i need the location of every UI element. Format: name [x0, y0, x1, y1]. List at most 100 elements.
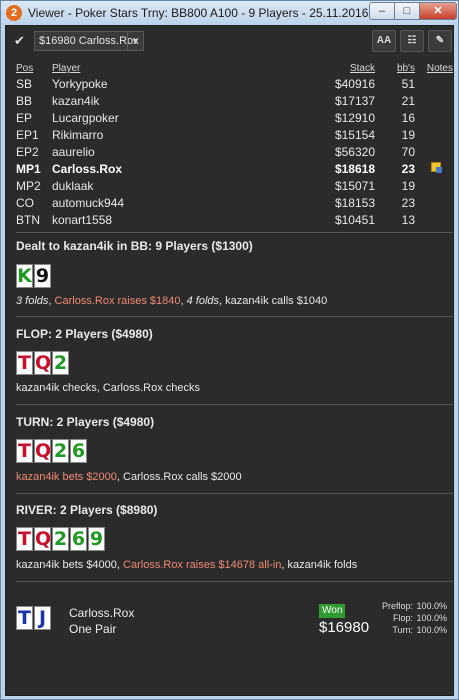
position-cell: EP2 — [16, 145, 39, 159]
river-title: RIVER: 2 Players ($8980) — [16, 503, 158, 517]
position-cell: BTN — [16, 213, 40, 227]
close-button[interactable]: ✕ — [419, 2, 457, 20]
equity-row: Preflop: 100.0% — [369, 601, 447, 613]
table-row[interactable]: BTN konart1558 $10451 13 — [16, 213, 453, 230]
playing-card: Q — [34, 439, 52, 463]
position-cell: SB — [16, 77, 33, 91]
grid-button[interactable]: ☷ — [400, 30, 424, 52]
table-row[interactable]: EP Lucargpoker $12910 16 — [16, 111, 453, 128]
maximize-button[interactable]: □ — [394, 2, 420, 20]
playing-card: T — [16, 351, 33, 375]
equity-label: Preflop: — [381, 601, 413, 611]
bbs-cell: 13 — [401, 213, 415, 227]
river-action: kazan4ik bets $4000, Carloss.Rox raises … — [16, 559, 357, 571]
position-cell: MP2 — [16, 179, 41, 193]
bbs-cell: 19 — [401, 179, 415, 193]
header-pos[interactable]: Pos — [16, 63, 33, 74]
turn-title: TURN: 2 Players ($4980) — [16, 415, 155, 429]
bbs-cell: 51 — [401, 77, 415, 91]
equity-row: Flop: 100.0% — [369, 613, 447, 625]
table-header: Pos Player Stack bb's Notes — [16, 60, 453, 77]
divider — [16, 232, 453, 233]
divider — [16, 493, 453, 494]
chevron-down-icon[interactable]: ▼ — [127, 32, 143, 50]
player-cell: automuck944 — [52, 196, 125, 210]
playing-card: K — [16, 264, 33, 288]
player-select[interactable]: $16980 Carloss.Rox ▼ — [34, 31, 144, 51]
equity-list: Preflop: 100.0% Flop: 100.0% Turn: 100.0% — [369, 601, 447, 637]
equity-value: 100.0% — [416, 601, 447, 611]
bbs-cell: 23 — [401, 196, 415, 210]
stack-cell: $18618 — [334, 162, 375, 176]
viewer-window: 2 Viewer - Poker Stars Trny: BB800 A100 … — [0, 0, 459, 700]
player-cell: kazan4ik — [52, 94, 100, 108]
table-row[interactable]: CO automuck944 $18153 23 — [16, 196, 453, 213]
position-cell: BB — [16, 94, 33, 108]
playing-card: 2 — [52, 351, 69, 375]
table-row[interactable]: MP1 Carloss.Rox $18618 23 — [16, 162, 453, 179]
font-size-button[interactable]: AA — [372, 30, 396, 52]
note-icon[interactable] — [431, 162, 442, 173]
playing-card: 2 — [52, 439, 69, 463]
playing-card: Q — [34, 351, 52, 375]
bbs-cell: 70 — [401, 145, 415, 159]
table-row[interactable]: MP2 duklaak $15071 19 — [16, 179, 453, 196]
turn-action: kazan4ik bets $2000, Carloss.Rox calls $… — [16, 471, 242, 483]
playing-card: 2 — [52, 527, 69, 551]
river-action-raise: Carloss.Rox raises $14678 all-in — [123, 559, 282, 571]
won-badge: Won — [319, 604, 346, 618]
toolbar: ✔ $16980 Carloss.Rox ▼ AA ☷ ✎ — [6, 26, 455, 56]
flop-title: FLOP: 2 Players ($4980) — [16, 327, 153, 341]
divider — [16, 404, 453, 405]
preflop-title: Dealt to kazan4ik in BB: 9 Players ($130… — [16, 239, 253, 253]
river-action-fold: , kazan4ik folds — [281, 559, 358, 571]
player-select-value: $16980 Carloss.Rox — [39, 35, 139, 47]
equity-label: Turn: — [392, 625, 413, 635]
position-cell: MP1 — [16, 162, 41, 176]
equity-label: Flop: — [392, 613, 413, 623]
checkbox-icon[interactable]: ✔ — [14, 34, 28, 48]
header-stack[interactable]: Stack — [350, 63, 375, 74]
player-cell: Rikimarro — [52, 128, 104, 142]
turn-action-bet: kazan4ik bets $2000 — [16, 471, 117, 483]
playing-card: J — [34, 606, 51, 630]
bbs-cell: 23 — [401, 162, 415, 176]
stack-cell: $15154 — [334, 128, 375, 142]
divider — [16, 581, 453, 582]
preflop-action-call: , kazan4ik calls $1040 — [219, 295, 328, 307]
playing-card: 6 — [70, 527, 87, 551]
title-bar[interactable]: 2 Viewer - Poker Stars Trny: BB800 A100 … — [1, 1, 458, 25]
playing-card: 6 — [70, 439, 87, 463]
flop-action: kazan4ik checks, Carloss.Rox checks — [16, 382, 201, 394]
result-hand: One Pair — [69, 622, 117, 636]
result-player: Carloss.Rox — [69, 606, 135, 620]
header-player[interactable]: Player — [52, 63, 80, 74]
playing-card: 9 — [34, 264, 51, 288]
playing-card: Q — [34, 527, 52, 551]
minimize-button[interactable]: ‒ — [369, 2, 395, 20]
header-bbs[interactable]: bb's — [397, 63, 415, 74]
table-row[interactable]: SB Yorkypoke $40916 51 — [16, 77, 453, 94]
header-notes[interactable]: Notes — [427, 63, 453, 74]
table-row[interactable]: EP2 aaurelio $56320 70 — [16, 145, 453, 162]
stack-cell: $10451 — [334, 213, 375, 227]
viewer-panel: ✔ $16980 Carloss.Rox ▼ AA ☷ ✎ Pos Player… — [5, 25, 454, 696]
river-action-bet: kazan4ik bets $4000, — [16, 559, 124, 571]
equity-row: Turn: 100.0% — [369, 625, 447, 637]
won-amount: $16980 — [319, 619, 370, 636]
divider — [16, 316, 453, 317]
turn-action-call: , Carloss.Rox calls $2000 — [116, 471, 242, 483]
player-cell: Carloss.Rox — [52, 162, 123, 176]
stack-cell: $18153 — [334, 196, 375, 210]
preflop-action-folds: 3 folds — [16, 295, 49, 307]
playing-card: T — [16, 439, 33, 463]
position-cell: CO — [16, 196, 34, 210]
preflop-action: 3 folds, Carloss.Rox raises $1840, 4 fol… — [16, 295, 327, 307]
position-cell: EP1 — [16, 128, 39, 142]
table-row[interactable]: EP1 Rikimarro $15154 19 — [16, 128, 453, 145]
app-icon: 2 — [6, 5, 22, 21]
edit-button[interactable]: ✎ — [428, 30, 452, 52]
bbs-cell: 19 — [401, 128, 415, 142]
table-row[interactable]: BB kazan4ik $17137 21 — [16, 94, 453, 111]
bbs-cell: 21 — [401, 94, 415, 108]
